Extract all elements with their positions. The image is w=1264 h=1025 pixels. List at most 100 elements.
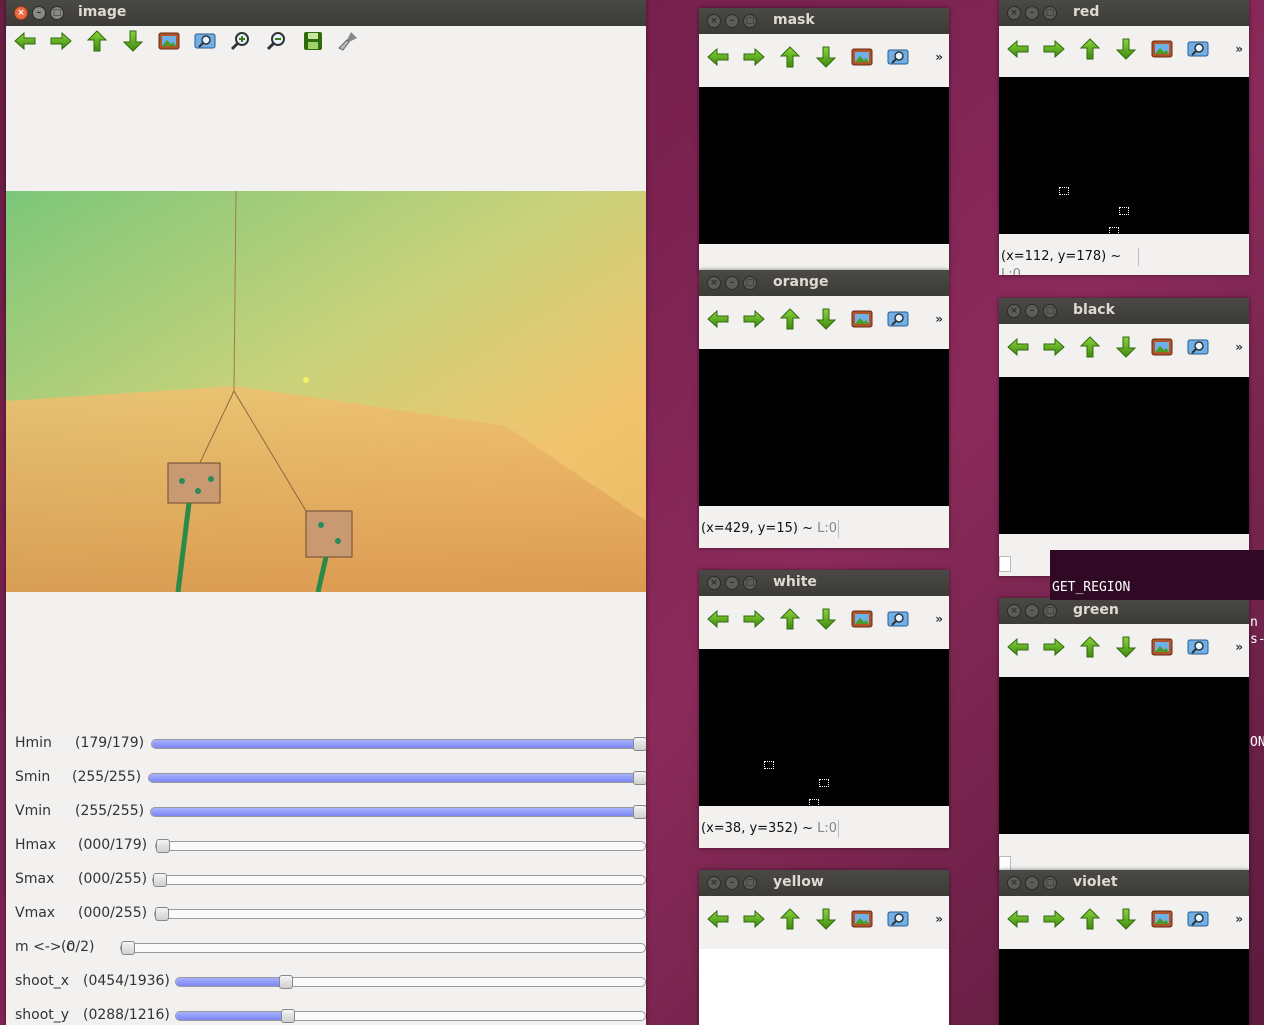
mask-image[interactable]: [699, 349, 949, 506]
arrow-down-icon[interactable]: [120, 30, 146, 52]
mask-image[interactable]: [699, 87, 949, 244]
maximize-icon[interactable]: □: [743, 276, 757, 290]
arrow-left-icon[interactable]: [1005, 336, 1031, 358]
close-icon[interactable]: ×: [707, 276, 721, 290]
image-icon[interactable]: [849, 608, 875, 630]
mask-image[interactable]: [999, 377, 1249, 534]
arrow-down-icon[interactable]: [1113, 38, 1139, 60]
slider-track[interactable]: [151, 737, 646, 751]
toolbar-overflow-icon[interactable]: »: [1235, 42, 1243, 56]
maximize-icon[interactable]: □: [743, 876, 757, 890]
zoom-fit-icon[interactable]: [1185, 336, 1211, 358]
arrow-up-icon[interactable]: [1077, 636, 1103, 658]
window-titlebar[interactable]: × – □ green: [999, 598, 1249, 624]
brush-icon[interactable]: [336, 30, 362, 52]
image-icon[interactable]: [1149, 636, 1175, 658]
minimize-icon[interactable]: –: [1025, 6, 1039, 20]
arrow-down-icon[interactable]: [1113, 908, 1139, 930]
image-icon[interactable]: [1149, 38, 1175, 60]
slider-knob[interactable]: [156, 839, 170, 853]
arrow-left-icon[interactable]: [705, 608, 731, 630]
slider-track[interactable]: [175, 1009, 646, 1023]
arrow-down-icon[interactable]: [813, 608, 839, 630]
close-icon[interactable]: ×: [1007, 876, 1021, 890]
zoom-fit-icon[interactable]: [192, 30, 218, 52]
maximize-icon[interactable]: □: [50, 6, 64, 20]
toolbar-overflow-icon[interactable]: »: [1235, 912, 1243, 926]
close-icon[interactable]: ×: [707, 576, 721, 590]
arrow-right-icon[interactable]: [741, 908, 767, 930]
toolbar-overflow-icon[interactable]: »: [1235, 640, 1243, 654]
arrow-up-icon[interactable]: [777, 308, 803, 330]
arrow-down-icon[interactable]: [813, 308, 839, 330]
image-icon[interactable]: [849, 46, 875, 68]
window-titlebar[interactable]: × – □ orange: [699, 270, 949, 296]
window-titlebar[interactable]: × – □ black: [999, 298, 1249, 324]
toolbar-overflow-icon[interactable]: »: [935, 312, 943, 326]
maximize-icon[interactable]: □: [1043, 304, 1057, 318]
minimize-icon[interactable]: –: [725, 576, 739, 590]
slider-knob[interactable]: [633, 737, 646, 751]
arrow-down-icon[interactable]: [1113, 636, 1139, 658]
arrow-up-icon[interactable]: [777, 908, 803, 930]
arrow-right-icon[interactable]: [741, 608, 767, 630]
slider-knob[interactable]: [155, 907, 169, 921]
minimize-icon[interactable]: –: [725, 876, 739, 890]
window-titlebar[interactable]: × – □ white: [699, 570, 949, 596]
zoom-fit-icon[interactable]: [885, 608, 911, 630]
arrow-down-icon[interactable]: [1113, 336, 1139, 358]
arrow-right-icon[interactable]: [741, 46, 767, 68]
arrow-left-icon[interactable]: [705, 308, 731, 330]
arrow-up-icon[interactable]: [777, 608, 803, 630]
arrow-left-icon[interactable]: [705, 46, 731, 68]
window-titlebar[interactable]: × – □ yellow: [699, 870, 949, 896]
camera-image[interactable]: [6, 191, 646, 592]
mask-image[interactable]: [999, 949, 1249, 1025]
close-icon[interactable]: ×: [707, 876, 721, 890]
arrow-left-icon[interactable]: [1005, 908, 1031, 930]
arrow-left-icon[interactable]: [12, 30, 38, 52]
zoom-fit-icon[interactable]: [1185, 38, 1211, 60]
toolbar-overflow-icon[interactable]: »: [935, 912, 943, 926]
window-titlebar[interactable]: × – □ red: [999, 0, 1249, 26]
zoom-fit-icon[interactable]: [885, 46, 911, 68]
slider-knob[interactable]: [279, 975, 294, 989]
arrow-left-icon[interactable]: [1005, 636, 1031, 658]
slider-track[interactable]: [148, 771, 646, 785]
minimize-icon[interactable]: –: [32, 6, 46, 20]
minimize-icon[interactable]: –: [1025, 304, 1039, 318]
slider-track[interactable]: [120, 941, 646, 955]
slider-track[interactable]: [150, 805, 646, 819]
arrow-right-icon[interactable]: [1041, 38, 1067, 60]
image-icon[interactable]: [156, 30, 182, 52]
close-icon[interactable]: ×: [1007, 604, 1021, 618]
maximize-icon[interactable]: □: [743, 576, 757, 590]
slider-knob[interactable]: [633, 805, 646, 819]
zoom-fit-icon[interactable]: [1185, 908, 1211, 930]
arrow-right-icon[interactable]: [48, 30, 74, 52]
mask-image[interactable]: [999, 77, 1249, 235]
zoom-in-icon[interactable]: [228, 30, 254, 52]
zoom-fit-icon[interactable]: [885, 308, 911, 330]
image-icon[interactable]: [1149, 908, 1175, 930]
zoom-fit-icon[interactable]: [885, 908, 911, 930]
image-icon[interactable]: [1149, 336, 1175, 358]
minimize-icon[interactable]: –: [1025, 604, 1039, 618]
arrow-right-icon[interactable]: [1041, 908, 1067, 930]
toolbar-overflow-icon[interactable]: »: [935, 612, 943, 626]
arrow-up-icon[interactable]: [1077, 336, 1103, 358]
close-icon[interactable]: ×: [1007, 6, 1021, 20]
minimize-icon[interactable]: –: [725, 276, 739, 290]
image-window-titlebar[interactable]: × – □ image: [6, 0, 646, 26]
slider-track[interactable]: [152, 873, 646, 887]
save-icon[interactable]: [300, 30, 326, 52]
window-titlebar[interactable]: × – □ mask: [699, 8, 949, 34]
arrow-up-icon[interactable]: [84, 30, 110, 52]
maximize-icon[interactable]: □: [1043, 876, 1057, 890]
maximize-icon[interactable]: □: [1043, 604, 1057, 618]
slider-track[interactable]: [155, 839, 646, 853]
mask-image[interactable]: [699, 649, 949, 807]
minimize-icon[interactable]: –: [1025, 876, 1039, 890]
arrow-right-icon[interactable]: [741, 308, 767, 330]
toolbar-overflow-icon[interactable]: »: [1235, 340, 1243, 354]
